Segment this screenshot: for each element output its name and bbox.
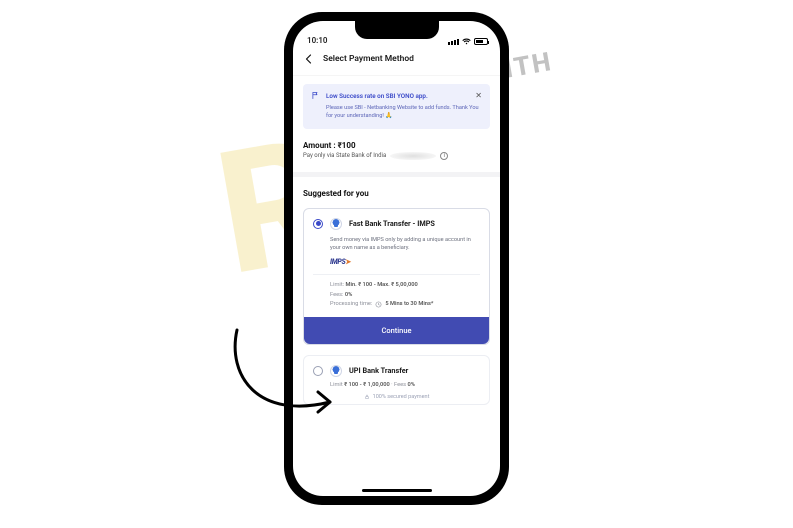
method-description: Send money via IMPS only by adding a uni… — [330, 237, 480, 253]
close-icon[interactable]: ✕ — [475, 92, 482, 100]
payment-method-imps[interactable]: Fast Bank Transfer - IMPS Send money via… — [303, 208, 490, 345]
amount-subtext: Pay only via State Bank of India i — [303, 152, 490, 160]
radio-unselected-icon[interactable] — [313, 366, 323, 376]
imps-logo: IMPS➤ — [330, 258, 480, 266]
limit-row: Limit: Min. ₹ 100 - Max. ₹ 5,00,000 — [330, 281, 480, 290]
status-time: 10:10 — [307, 36, 327, 45]
notice-title: Low Success rate on SBI YONO app. — [326, 92, 469, 100]
wifi-icon — [462, 38, 471, 45]
redacted-account — [390, 152, 436, 160]
signal-icon — [448, 39, 459, 45]
amount-label: Amount : ₹100 — [303, 141, 490, 150]
secure-row: 100% secured payment — [313, 394, 480, 400]
method-title: Fast Bank Transfer - IMPS — [349, 219, 435, 228]
suggested-title: Suggested for you — [303, 189, 490, 198]
app-header: Select Payment Method — [293, 45, 500, 76]
phone-frame: 10:10 Select Payment Method Low Success … — [284, 12, 509, 505]
bank-icon — [330, 218, 342, 230]
notice-banner: Low Success rate on SBI YONO app. ✕ Plea… — [303, 84, 490, 129]
page-title: Select Payment Method — [323, 54, 414, 64]
divider — [313, 274, 480, 275]
home-indicator — [362, 489, 432, 492]
phone-notch — [355, 21, 439, 39]
payment-method-upi[interactable]: UPI Bank Transfer Limit ₹ 100 - ₹ 1,00,0… — [303, 355, 490, 405]
lock-icon — [364, 394, 370, 400]
back-arrow-icon[interactable] — [303, 53, 315, 65]
notice-body: Please use SBI - Netbanking Website to a… — [326, 104, 482, 121]
phone-screen: 10:10 Select Payment Method Low Success … — [293, 21, 500, 496]
flag-icon — [311, 91, 320, 100]
info-icon[interactable]: i — [440, 152, 448, 160]
clock-icon — [375, 301, 382, 308]
pray-icon: 🙏 — [385, 112, 392, 119]
fees-row: Fees: 0% — [330, 291, 480, 300]
bank-icon — [330, 365, 342, 377]
section-separator — [293, 172, 500, 177]
continue-button[interactable]: Continue — [304, 317, 489, 344]
upi-limit-row: Limit ₹ 100 - ₹ 1,00,000 · Fees 0% — [330, 382, 480, 388]
amount-section: Amount : ₹100 Pay only via State Bank of… — [303, 141, 490, 160]
radio-selected-icon[interactable] — [313, 219, 323, 229]
processing-time-row: Processing time: 5 Mins to 30 Mins* — [330, 300, 480, 309]
battery-icon — [474, 38, 488, 45]
method-title: UPI Bank Transfer — [349, 366, 408, 375]
